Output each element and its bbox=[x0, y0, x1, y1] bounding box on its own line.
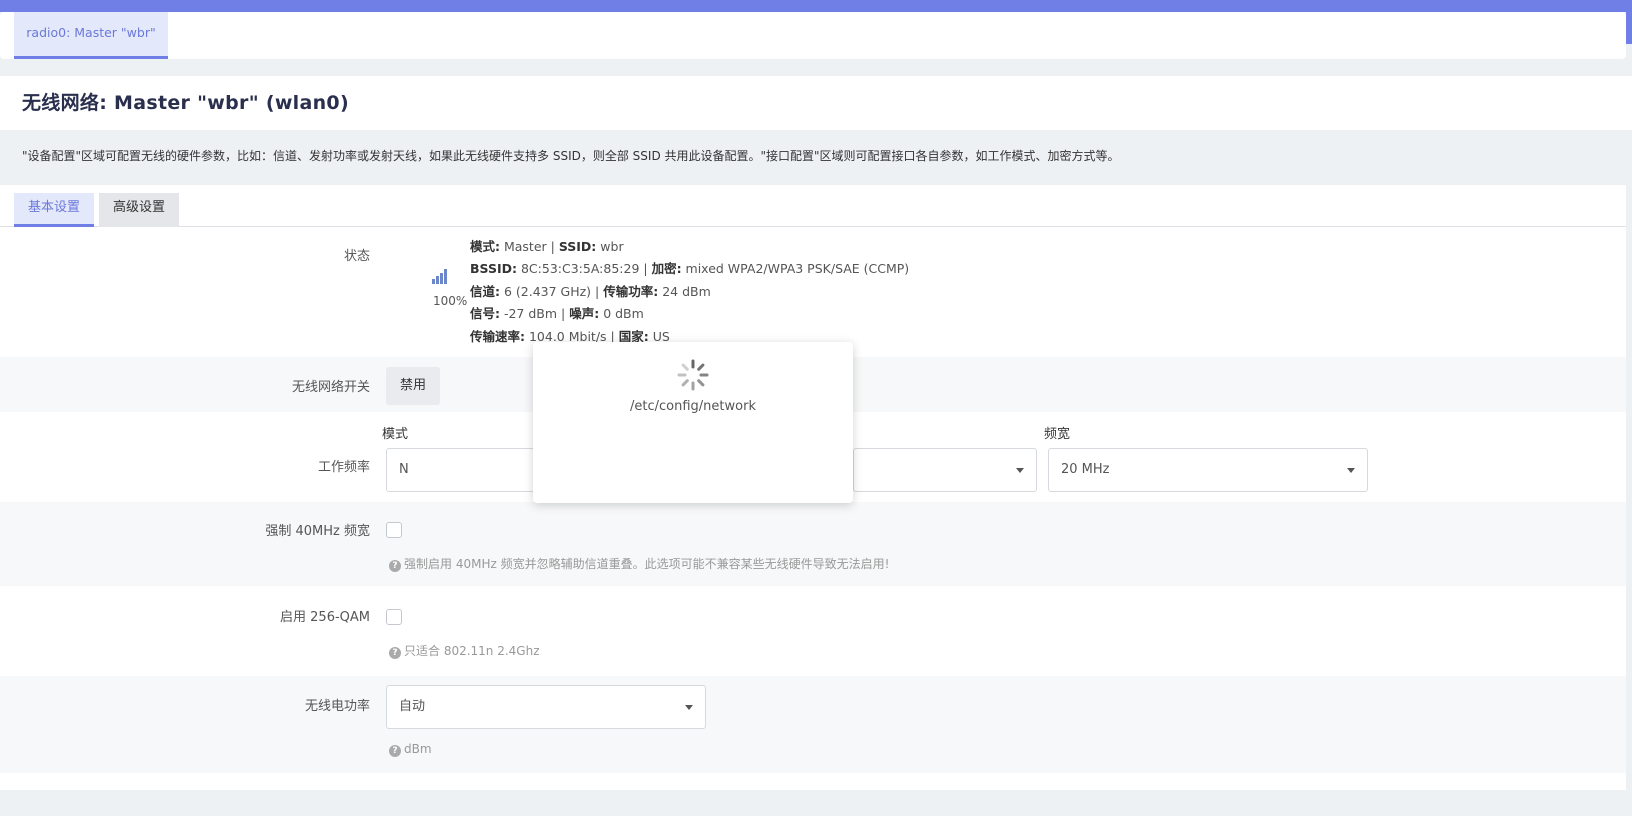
txpower-row: 无线电功率 bbox=[0, 676, 1626, 773]
width-select-value: 20 MHz bbox=[1061, 462, 1110, 477]
page-title: 无线网络: Master "wbr" (wlan0) bbox=[22, 92, 349, 114]
channel-select[interactable] bbox=[853, 448, 1037, 492]
qam256-row: 启用 256-QAM bbox=[0, 586, 1626, 676]
page-header: 无线网络: Master "wbr" (wlan0) bbox=[0, 76, 1632, 130]
loading-modal-text: /etc/config/network bbox=[630, 399, 756, 414]
chevron-down-icon bbox=[685, 705, 693, 710]
frequency-label: 工作频率 bbox=[317, 460, 370, 475]
qam256-label: 启用 256-QAM bbox=[280, 610, 370, 625]
mode-label: 模式 bbox=[382, 427, 409, 442]
force40-checkbox[interactable] bbox=[386, 522, 402, 538]
top-accent-bar bbox=[0, 0, 1632, 12]
help-icon: ? bbox=[389, 745, 401, 757]
mode-select[interactable]: N bbox=[386, 448, 536, 492]
signal-percent: 100% bbox=[433, 294, 468, 308]
signal-bars-icon bbox=[432, 268, 448, 284]
top-accent-edge bbox=[1626, 0, 1632, 44]
help-icon: ? bbox=[389, 560, 401, 572]
radio-tabbar: radio0: Master "wbr" bbox=[0, 12, 1626, 59]
txpower-label: 无线电功率 bbox=[304, 699, 370, 714]
status-line-channel: 信道: 6 (2.437 GHz) | 传输功率: 24 dBm bbox=[470, 283, 711, 299]
txpower-help: ? dBm bbox=[389, 742, 432, 757]
disable-wireless-button[interactable]: 禁用 bbox=[386, 367, 440, 405]
qam256-checkbox[interactable] bbox=[386, 609, 402, 625]
txpower-select-value: 自动 bbox=[399, 699, 426, 714]
tab-advanced-settings[interactable]: 高级设置 bbox=[99, 193, 180, 227]
loading-modal: /etc/config/network bbox=[533, 342, 853, 503]
page-description: "设备配置"区域可配置无线的硬件参数，比如：信道、发射功率或发射天线，如果此无线… bbox=[22, 149, 1120, 163]
loading-spinner-icon bbox=[677, 359, 709, 391]
force40-label: 强制 40MHz 频宽 bbox=[265, 524, 370, 539]
width-label: 频宽 bbox=[1044, 427, 1071, 442]
status-line-bssid: BSSID: 8C:53:C3:5A:85:29 | 加密: mixed WPA… bbox=[470, 261, 910, 277]
force40-help: ? 强制启用 40MHz 频宽并忽略辅助信道重叠。此选项可能不兼容某些无线硬件导致… bbox=[389, 555, 889, 572]
width-select[interactable]: 20 MHz bbox=[1048, 448, 1368, 492]
help-icon: ? bbox=[389, 647, 401, 659]
mode-select-value: N bbox=[399, 462, 409, 477]
settings-tabbar: 基本设置 高级设置 bbox=[0, 185, 1626, 227]
tab-basic-settings[interactable]: 基本设置 bbox=[14, 193, 95, 227]
chevron-down-icon bbox=[1347, 468, 1355, 473]
txpower-select[interactable]: 自动 bbox=[386, 685, 706, 729]
force40-row: 强制 40MHz 频宽 bbox=[0, 502, 1626, 586]
wireless-switch-label: 无线网络开关 bbox=[291, 380, 370, 395]
status-details: 模式: Master | SSID: wbr BSSID: 8C:53:C3:5… bbox=[470, 236, 909, 348]
qam256-help: ? 只适合 802.11n 2.4Ghz bbox=[389, 642, 540, 659]
status-line-mode: 模式: Master | SSID: wbr bbox=[470, 239, 624, 254]
status-line-signal: 信号: -27 dBm | 噪声: 0 dBm bbox=[470, 306, 644, 322]
status-label: 状态 bbox=[343, 249, 370, 264]
chevron-down-icon bbox=[1016, 468, 1024, 473]
tab-radio0[interactable]: radio0: Master "wbr" bbox=[14, 12, 168, 59]
